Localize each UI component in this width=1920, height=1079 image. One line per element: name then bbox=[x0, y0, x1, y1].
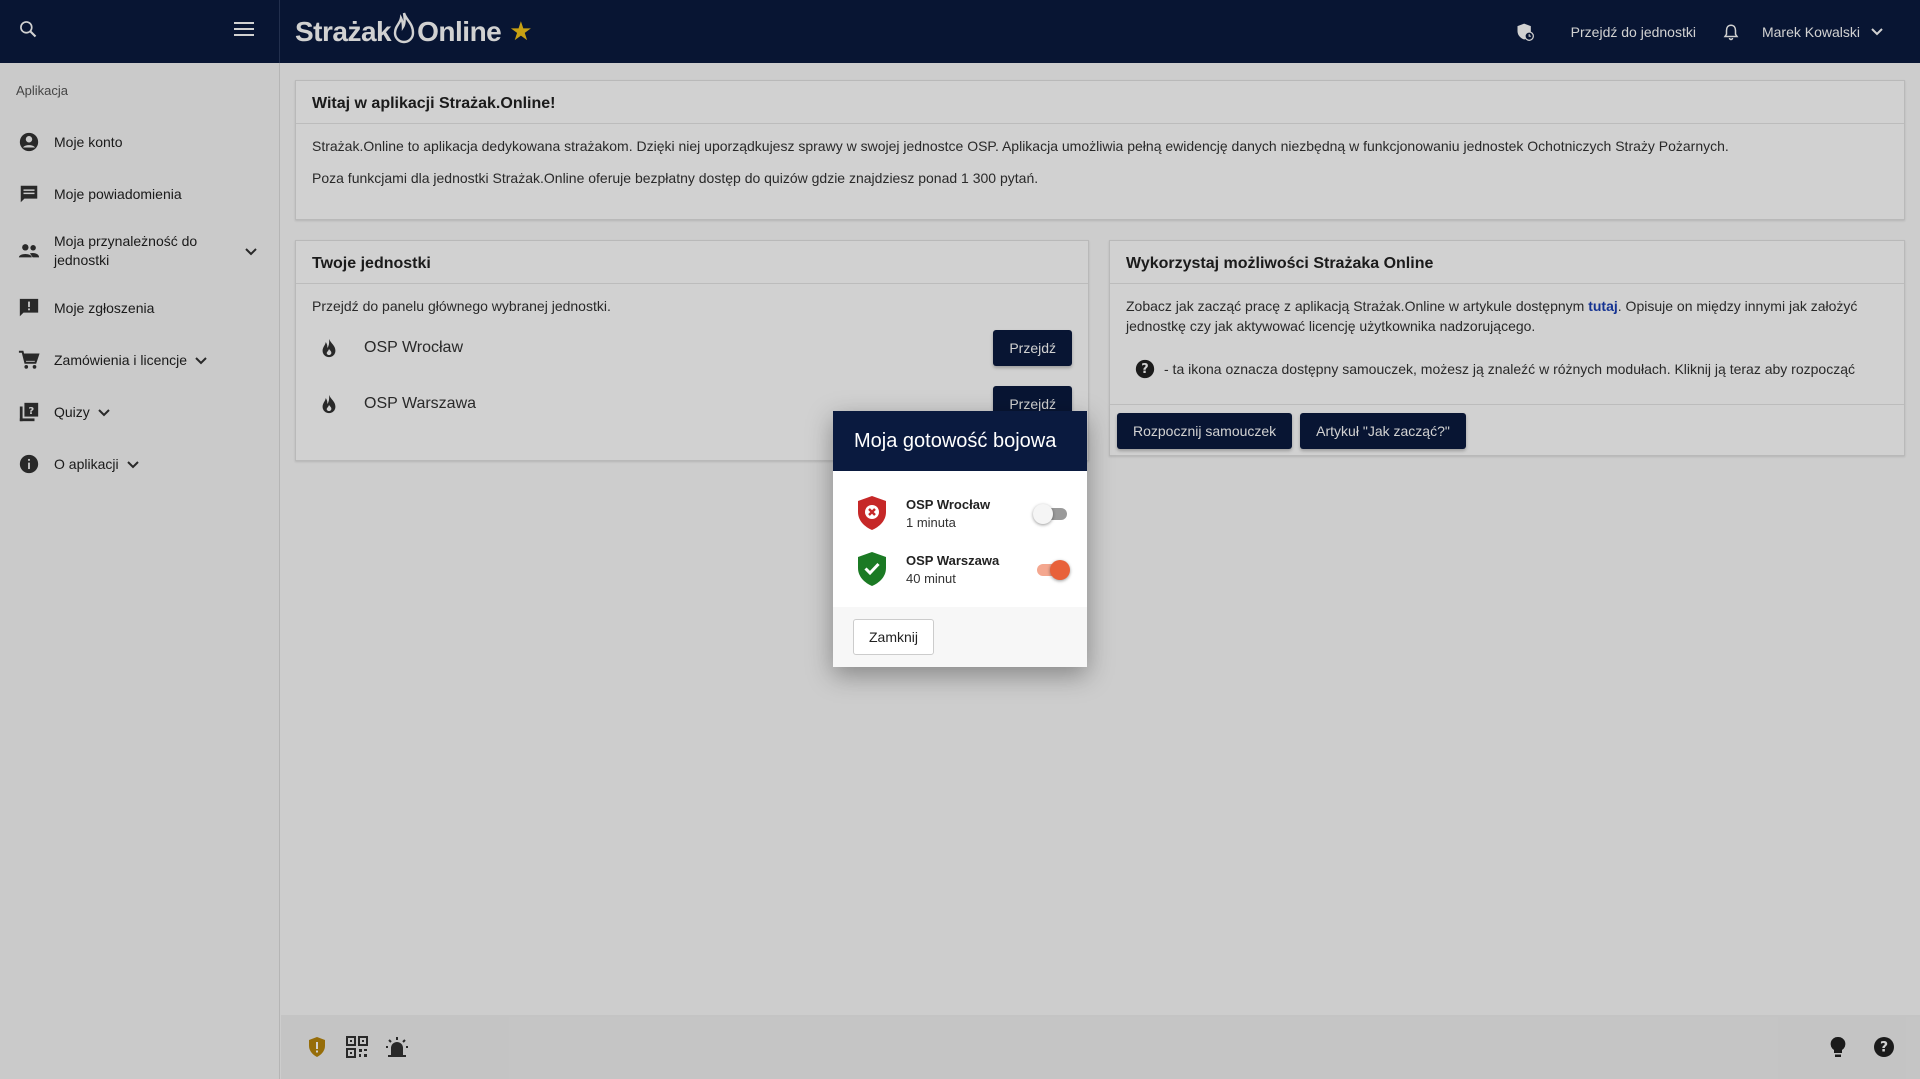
readiness-text: OSP Wrocław 1 minuta bbox=[906, 497, 1033, 530]
readiness-time: 40 minut bbox=[906, 570, 956, 586]
readiness-dialog: Moja gotowość bojowa OSP Wrocław 1 minut… bbox=[833, 411, 1087, 667]
readiness-unit: OSP Warszawa bbox=[906, 552, 1000, 568]
dialog-body: OSP Wrocław 1 minuta OSP Warszawa 40 min… bbox=[833, 471, 1087, 605]
readiness-toggle[interactable] bbox=[1033, 559, 1070, 580]
dialog-footer: Zamknij bbox=[833, 607, 1087, 667]
shield-x-icon bbox=[858, 496, 886, 530]
readiness-time: 1 minuta bbox=[906, 514, 956, 530]
shield-check-icon bbox=[858, 552, 886, 586]
readiness-row: OSP Wrocław 1 minuta bbox=[851, 485, 1069, 541]
readiness-unit: OSP Wrocław bbox=[906, 496, 991, 512]
dialog-title: Moja gotowość bojowa bbox=[833, 411, 1087, 471]
readiness-toggle[interactable] bbox=[1033, 503, 1069, 524]
readiness-row: OSP Warszawa 40 minut bbox=[851, 541, 1070, 597]
close-button[interactable]: Zamknij bbox=[853, 619, 935, 655]
readiness-text: OSP Warszawa 40 minut bbox=[906, 553, 1033, 586]
